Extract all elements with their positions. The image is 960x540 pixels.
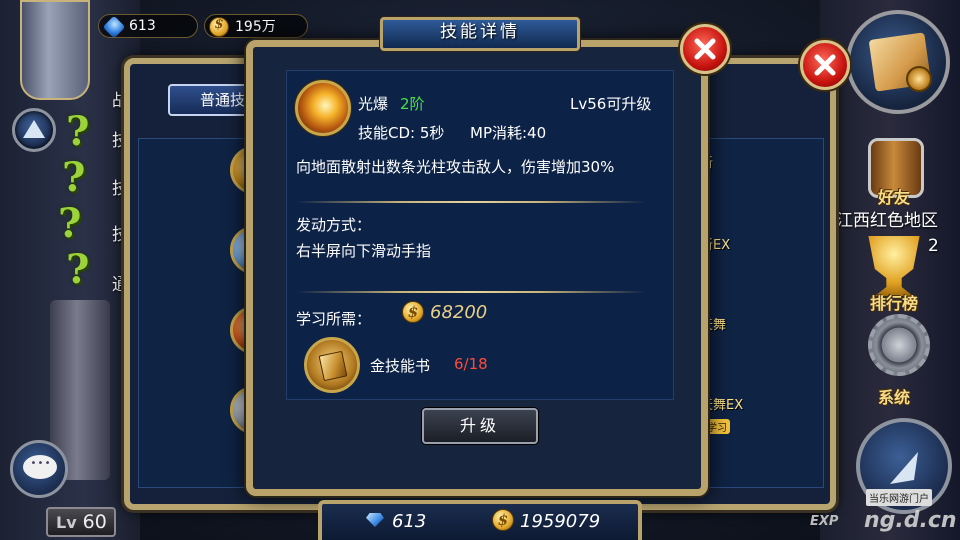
top-gem-value: 613: [129, 18, 156, 34]
trigger-method: 右半屏向下滑动手指: [296, 242, 432, 260]
chat-button[interactable]: [10, 440, 68, 498]
top-gold-counter: 195万: [204, 14, 308, 38]
item-name: 金技能书: [370, 357, 431, 375]
top-gem-counter: 613: [98, 14, 198, 39]
skill-cooldown: 技能CD: 5秒: [358, 124, 445, 142]
scroll-up-button[interactable]: [12, 108, 56, 152]
world-map-button[interactable]: [846, 10, 950, 114]
skill-name: 光爆: [358, 95, 389, 113]
ranking-label[interactable]: 排行榜: [870, 290, 918, 314]
requirements-heading: 学习所需：: [296, 310, 372, 328]
top-gold-value: 195万: [235, 19, 276, 35]
exp-label: EXP: [810, 514, 839, 529]
gold-coin-icon: [492, 509, 514, 531]
golden-skill-book-icon: [304, 337, 360, 393]
section-divider: [296, 201, 646, 203]
watermark-portal: 当乐网游门户: [866, 489, 932, 506]
gold-coin-icon: [209, 17, 229, 37]
close-dialog-button[interactable]: [680, 24, 730, 74]
quest-question-icon[interactable]: ?: [62, 154, 85, 201]
player-level: Lv 60: [46, 507, 116, 537]
level-value: 60: [82, 511, 107, 533]
bottom-gem-value: 613: [392, 511, 427, 532]
dialog-title: 技能详情: [440, 22, 520, 42]
light-burst-skill-icon: [295, 80, 351, 136]
skill-rank: 2阶: [400, 95, 425, 113]
level-prefix: Lv: [56, 513, 77, 532]
item-count: 6/18: [454, 355, 488, 373]
quest-question-icon[interactable]: ?: [58, 200, 81, 247]
section-divider: [296, 291, 646, 293]
arrow-up-icon: [23, 120, 45, 138]
friends-label[interactable]: 好友: [878, 184, 910, 208]
gold-cost: 68200: [430, 302, 488, 323]
chat-bubble-icon: [23, 455, 57, 479]
close-icon: [814, 54, 836, 76]
quest-question-icon[interactable]: ?: [66, 246, 89, 293]
system-gear-icon[interactable]: [868, 314, 930, 376]
skill-mp-cost: MP消耗:40: [470, 124, 547, 142]
quest-question-icon[interactable]: ?: [66, 108, 89, 155]
region-label: 江西红色地区: [836, 211, 938, 231]
upgrade-button[interactable]: 升级: [422, 408, 538, 444]
close-skill-list-button[interactable]: [800, 40, 850, 90]
bottom-gold-value: 1959079: [520, 511, 601, 532]
watermark-site: ng.d.cn: [864, 508, 957, 533]
pillar-decoration: [20, 0, 90, 100]
skill-description: 向地面散射出数条光柱攻击敌人，伤害增加30%: [296, 158, 615, 176]
gem-icon: [102, 15, 126, 39]
system-label[interactable]: 系统: [878, 384, 910, 408]
skill-upgrade-level: Lv56可升级: [570, 95, 652, 113]
close-icon: [694, 38, 716, 60]
gold-coin-icon: [402, 301, 424, 323]
compass-icon: [906, 66, 932, 92]
trigger-heading: 发动方式：: [296, 216, 372, 234]
region-value: 2: [928, 236, 939, 256]
